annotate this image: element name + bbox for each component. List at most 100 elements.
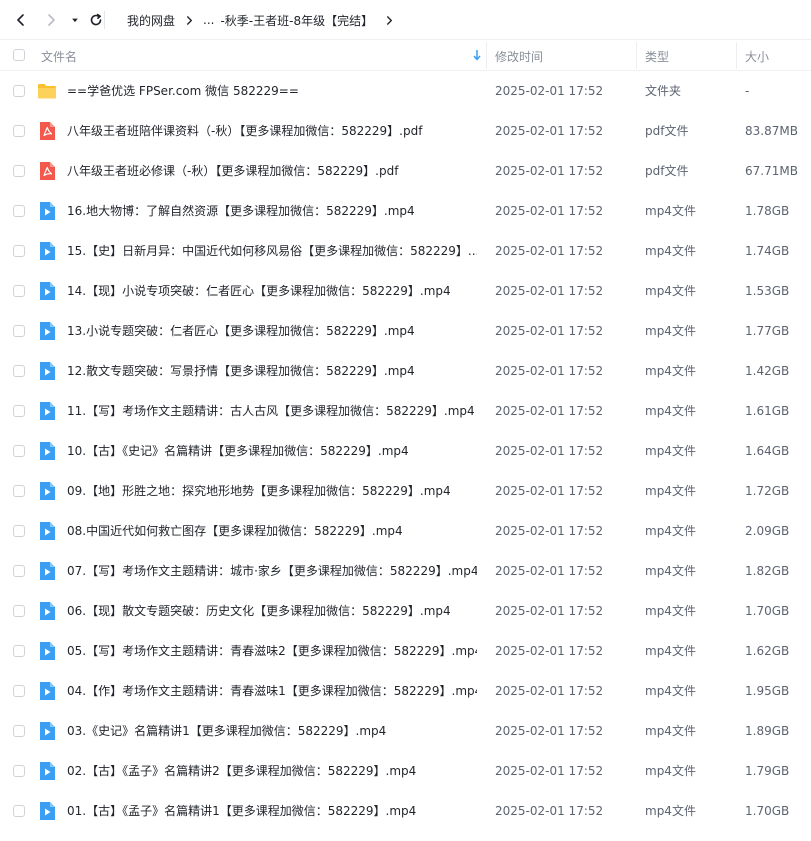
file-name[interactable]: 15.【史】日新月异：中国近代如何移风易俗【更多课程加微信：582229】...… bbox=[67, 231, 477, 271]
file-size: 1.53GB bbox=[745, 284, 790, 298]
file-modified-time: 2025-02-01 17:52 bbox=[495, 124, 604, 138]
file-name[interactable]: 07.【写】考场作文主题精讲：城市·家乡【更多课程加微信：582229】.mp4 bbox=[67, 551, 477, 591]
file-name[interactable]: 01.【古】《孟子》名篇精讲1【更多课程加微信：582229】.mp4 bbox=[67, 791, 477, 831]
file-row[interactable]: 02.【古】《孟子》名篇精讲2【更多课程加微信：582229】.mp4 2025-… bbox=[0, 751, 811, 791]
file-name[interactable]: 10.【古】《史记》名篇精讲【更多课程加微信：582229】.mp4 bbox=[67, 431, 477, 471]
file-size: 1.78GB bbox=[745, 204, 790, 218]
row-checkbox[interactable] bbox=[13, 205, 25, 217]
header-name[interactable]: 文件名 bbox=[41, 48, 77, 65]
video-icon bbox=[37, 761, 57, 781]
header-size[interactable]: 大小 bbox=[745, 48, 769, 65]
row-checkbox[interactable] bbox=[13, 405, 25, 417]
row-checkbox[interactable] bbox=[13, 325, 25, 337]
file-name[interactable]: 04.【作】考场作文主题精讲：青春滋味1【更多课程加微信：582229】.mp4 bbox=[67, 671, 477, 711]
breadcrumb-current[interactable]: -秋季-王者班-8年级【完结】 bbox=[220, 12, 373, 29]
file-size: 1.77GB bbox=[745, 324, 790, 338]
row-checkbox[interactable] bbox=[13, 565, 25, 577]
row-checkbox[interactable] bbox=[13, 645, 25, 657]
column-divider[interactable] bbox=[736, 42, 737, 69]
file-name[interactable]: 13.小说专题突破：仁者匠心【更多课程加微信：582229】.mp4 bbox=[67, 311, 477, 351]
toolbar-divider bbox=[104, 11, 105, 29]
file-row[interactable]: 06.【现】散文专题突破：历史文化【更多课程加微信：582229】.mp4 202… bbox=[0, 591, 811, 631]
row-checkbox[interactable] bbox=[13, 485, 25, 497]
file-row[interactable]: 08.中国近代如何救亡图存【更多课程加微信：582229】.mp4 2025-02… bbox=[0, 511, 811, 551]
file-name[interactable]: 03.《史记》名篇精讲1【更多课程加微信：582229】.mp4 bbox=[67, 711, 477, 751]
file-row[interactable]: 09.【地】形胜之地：探究地形地势【更多课程加微信：582229】.mp4 202… bbox=[0, 471, 811, 511]
file-size: 83.87MB bbox=[745, 124, 798, 138]
chevron-right-icon bbox=[386, 15, 392, 25]
row-checkbox[interactable] bbox=[13, 245, 25, 257]
select-all-checkbox[interactable] bbox=[13, 49, 25, 61]
file-modified-time: 2025-02-01 17:52 bbox=[495, 604, 604, 618]
row-checkbox[interactable] bbox=[13, 525, 25, 537]
file-name[interactable]: 05.【写】考场作文主题精讲：青春滋味2【更多课程加微信：582229】.mp4 bbox=[67, 631, 477, 671]
file-row[interactable]: 12.散文专题突破：写景抒情【更多课程加微信：582229】.mp4 2025-0… bbox=[0, 351, 811, 391]
video-icon bbox=[37, 561, 57, 581]
file-name[interactable]: 09.【地】形胜之地：探究地形地势【更多课程加微信：582229】.mp4 bbox=[67, 471, 477, 511]
row-checkbox[interactable] bbox=[13, 365, 25, 377]
file-row[interactable]: ==学爸优选 FPSer.com 微信 582229== 2025-02-01 1… bbox=[0, 71, 811, 111]
breadcrumb-ellipsis[interactable]: ... bbox=[203, 13, 214, 27]
video-icon bbox=[37, 681, 57, 701]
file-size: 1.64GB bbox=[745, 444, 790, 458]
file-row[interactable]: 14.【现】小说专项突破：仁者匠心【更多课程加微信：582229】.mp4 202… bbox=[0, 271, 811, 311]
file-row[interactable]: 11.【写】考场作文主题精讲：古人古风【更多课程加微信：582229】.mp4 2… bbox=[0, 391, 811, 431]
file-row[interactable]: 05.【写】考场作文主题精讲：青春滋味2【更多课程加微信：582229】.mp4… bbox=[0, 631, 811, 671]
file-name[interactable]: 08.中国近代如何救亡图存【更多课程加微信：582229】.mp4 bbox=[67, 511, 477, 551]
row-checkbox[interactable] bbox=[13, 685, 25, 697]
forward-button[interactable] bbox=[39, 8, 63, 32]
file-type: mp4文件 bbox=[645, 804, 696, 818]
file-row[interactable]: 八年级王者班陪伴课资料（-秋）【更多课程加微信：582229】.pdf 2025-… bbox=[0, 111, 811, 151]
row-checkbox[interactable] bbox=[13, 285, 25, 297]
file-type: mp4文件 bbox=[645, 644, 696, 658]
file-modified-time: 2025-02-01 17:52 bbox=[495, 564, 604, 578]
file-modified-time: 2025-02-01 17:52 bbox=[495, 84, 604, 98]
breadcrumb-root[interactable]: 我的网盘 bbox=[127, 12, 175, 29]
row-checkbox[interactable] bbox=[13, 605, 25, 617]
file-row[interactable]: 04.【作】考场作文主题精讲：青春滋味1【更多课程加微信：582229】.mp4… bbox=[0, 671, 811, 711]
file-row[interactable]: 01.【古】《孟子》名篇精讲1【更多课程加微信：582229】.mp4 2025-… bbox=[0, 791, 811, 831]
file-modified-time: 2025-02-01 17:52 bbox=[495, 404, 604, 418]
video-icon bbox=[37, 241, 57, 261]
file-row[interactable]: 13.小说专题突破：仁者匠心【更多课程加微信：582229】.mp4 2025-0… bbox=[0, 311, 811, 351]
file-row[interactable]: 07.【写】考场作文主题精讲：城市·家乡【更多课程加微信：582229】.mp4… bbox=[0, 551, 811, 591]
file-name[interactable]: 八年级王者班必修课（-秋）【更多课程加微信：582229】.pdf bbox=[67, 151, 477, 191]
row-checkbox[interactable] bbox=[13, 725, 25, 737]
file-row[interactable]: 15.【史】日新月异：中国近代如何移风易俗【更多课程加微信：582229】...… bbox=[0, 231, 811, 271]
file-name[interactable]: 11.【写】考场作文主题精讲：古人古风【更多课程加微信：582229】.mp4 bbox=[67, 391, 477, 431]
file-modified-time: 2025-02-01 17:52 bbox=[495, 804, 604, 818]
row-checkbox[interactable] bbox=[13, 165, 25, 177]
breadcrumb: 我的网盘 ... -秋季-王者班-8年级【完结】 bbox=[127, 0, 403, 40]
row-checkbox[interactable] bbox=[13, 805, 25, 817]
top-navigation-bar: 我的网盘 ... -秋季-王者班-8年级【完结】 bbox=[0, 0, 811, 40]
file-row[interactable]: 10.【古】《史记》名篇精讲【更多课程加微信：582229】.mp4 2025-0… bbox=[0, 431, 811, 471]
file-row[interactable]: 16.地大物博：了解自然资源【更多课程加微信：582229】.mp4 2025-0… bbox=[0, 191, 811, 231]
row-checkbox[interactable] bbox=[13, 125, 25, 137]
header-type[interactable]: 类型 bbox=[645, 48, 669, 65]
column-divider[interactable] bbox=[486, 42, 487, 69]
back-button[interactable] bbox=[9, 8, 33, 32]
row-checkbox[interactable] bbox=[13, 85, 25, 97]
file-type: mp4文件 bbox=[645, 404, 696, 418]
file-name[interactable]: 14.【现】小说专项突破：仁者匠心【更多课程加微信：582229】.mp4 bbox=[67, 271, 477, 311]
file-row[interactable]: 八年级王者班必修课（-秋）【更多课程加微信：582229】.pdf 2025-02… bbox=[0, 151, 811, 191]
file-name[interactable]: 八年级王者班陪伴课资料（-秋）【更多课程加微信：582229】.pdf bbox=[67, 111, 477, 151]
row-checkbox[interactable] bbox=[13, 765, 25, 777]
file-modified-time: 2025-02-01 17:52 bbox=[495, 244, 604, 258]
file-size: 1.42GB bbox=[745, 364, 790, 378]
file-type: mp4文件 bbox=[645, 244, 696, 258]
header-modified[interactable]: 修改时间 bbox=[495, 48, 543, 65]
file-type: mp4文件 bbox=[645, 204, 696, 218]
column-divider[interactable] bbox=[636, 42, 637, 69]
file-name[interactable]: 02.【古】《孟子》名篇精讲2【更多课程加微信：582229】.mp4 bbox=[67, 751, 477, 791]
file-name[interactable]: 12.散文专题突破：写景抒情【更多课程加微信：582229】.mp4 bbox=[67, 351, 477, 391]
file-row[interactable]: 03.《史记》名篇精讲1【更多课程加微信：582229】.mp4 2025-02-… bbox=[0, 711, 811, 751]
file-modified-time: 2025-02-01 17:52 bbox=[495, 204, 604, 218]
video-icon bbox=[37, 321, 57, 341]
video-icon bbox=[37, 441, 57, 461]
file-name[interactable]: ==学爸优选 FPSer.com 微信 582229== bbox=[67, 71, 477, 111]
row-checkbox[interactable] bbox=[13, 445, 25, 457]
file-name[interactable]: 16.地大物博：了解自然资源【更多课程加微信：582229】.mp4 bbox=[67, 191, 477, 231]
file-name[interactable]: 06.【现】散文专题突破：历史文化【更多课程加微信：582229】.mp4 bbox=[67, 591, 477, 631]
sort-arrow-down-icon[interactable] bbox=[472, 49, 482, 61]
